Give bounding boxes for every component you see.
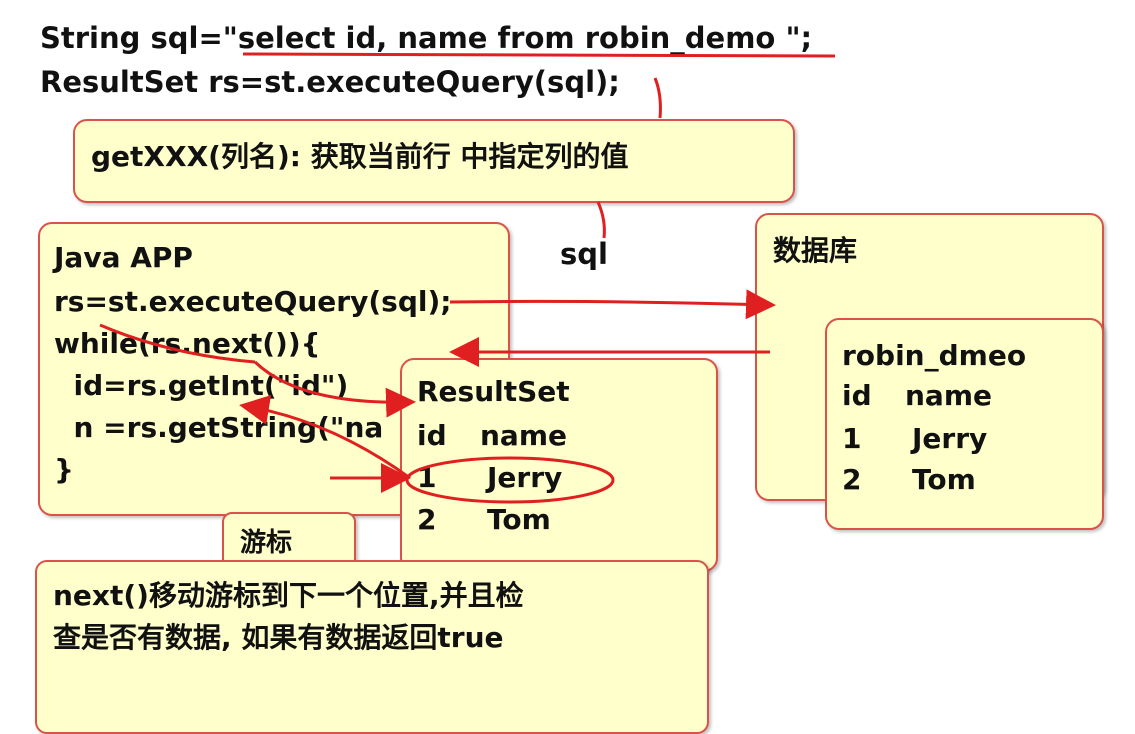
robin-table-title: robin_dmeo xyxy=(842,339,1027,372)
robin-table-box: robin_dmeo id name 1 Jerry 2 Tom xyxy=(825,318,1104,530)
next-explanation-box: next()移动游标到下一个位置,并且检 查是否有数据, 如果有数据返回true xyxy=(35,560,709,734)
getxxx-callout: getXXX(列名): 获取当前行 中指定列的值 xyxy=(73,119,795,203)
next-text-line-1: next()移动游标到下一个位置,并且检 xyxy=(53,579,524,612)
cursor-label: 游标 xyxy=(240,528,293,558)
query-tick xyxy=(653,77,662,119)
java-code-line-4: n =rs.getString("na xyxy=(54,411,384,444)
getxxx-text: getXXX(列名): 获取当前行 中指定列的值 xyxy=(91,140,629,173)
robin-col-id: id xyxy=(842,379,872,412)
sql-tick xyxy=(596,201,606,239)
resultset-col-id: id xyxy=(417,419,447,452)
resultset-box: ResultSet id name 1 Jerry 2 Tom xyxy=(400,358,718,572)
robin-row2-id: 2 xyxy=(842,463,862,496)
robin-col-name: name xyxy=(905,379,992,412)
resultset-row1-id: 1 xyxy=(417,461,437,494)
resultset-col-name: name xyxy=(480,419,567,452)
resultset-title: ResultSet xyxy=(417,375,570,408)
java-code-line-2: while(rs.next()){ xyxy=(54,327,321,360)
java-code-line-1: rs=st.executeQuery(sql); xyxy=(54,285,452,318)
sql-label: sql xyxy=(560,237,608,271)
execute-query-line: ResultSet rs=st.executeQuery(sql); xyxy=(40,65,620,99)
robin-row1-id: 1 xyxy=(842,422,862,455)
java-app-title: Java APP xyxy=(54,241,193,274)
resultset-row2-name: Tom xyxy=(487,503,551,536)
resultset-row2-id: 2 xyxy=(417,503,437,536)
resultset-row1-name: Jerry xyxy=(487,461,563,494)
sql-string-line: String sql="select id, name from robin_d… xyxy=(40,21,813,55)
java-code-line-5: } xyxy=(54,453,74,486)
robin-row1-name: Jerry xyxy=(912,422,988,455)
robin-row2-name: Tom xyxy=(912,463,976,496)
java-code-line-3: id=rs.getInt("id") xyxy=(54,369,349,402)
database-title: 数据库 xyxy=(773,234,858,267)
next-text-line-2: 查是否有数据, 如果有数据返回true xyxy=(53,621,504,654)
